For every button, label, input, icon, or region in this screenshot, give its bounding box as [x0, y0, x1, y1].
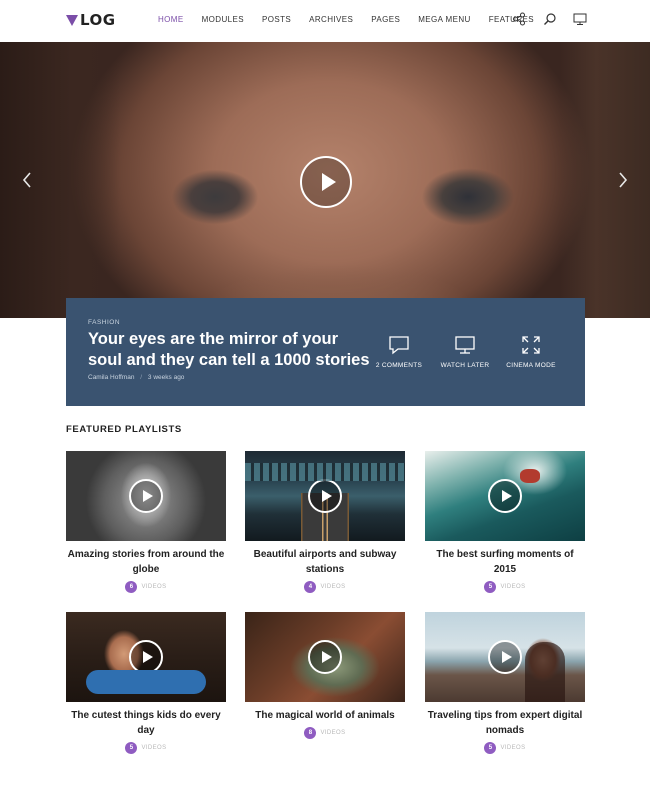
play-icon[interactable]	[488, 479, 522, 513]
play-icon[interactable]	[488, 640, 522, 674]
playlist-card[interactable]: Amazing stories from around the globe 6 …	[66, 451, 226, 593]
playlist-meta: 5 VIDEOS	[425, 581, 585, 593]
playlist-meta: 4 VIDEOS	[245, 581, 405, 593]
expand-icon	[522, 336, 540, 354]
comments-button[interactable]: 2 COMMENTS	[369, 335, 429, 369]
playlist-thumbnail[interactable]	[425, 451, 585, 541]
comments-label: 2 COMMENTS	[375, 362, 423, 369]
cinema-mode-button[interactable]: CINEMA MODE	[501, 335, 561, 369]
chevron-right-icon[interactable]	[615, 170, 631, 190]
nav-archives[interactable]: ARCHIVES	[309, 15, 353, 24]
videos-label: VIDEOS	[141, 745, 167, 751]
videos-label: VIDEOS	[320, 584, 346, 590]
play-icon[interactable]	[308, 640, 342, 674]
playlist-thumbnail[interactable]	[245, 612, 405, 702]
playlist-thumbnail[interactable]	[245, 451, 405, 541]
play-icon[interactable]	[129, 640, 163, 674]
playlist-meta: 5 VIDEOS	[425, 742, 585, 754]
site-header: LOG HOME MODULES POSTS ARCHIVES PAGES ME…	[0, 0, 650, 42]
playlist-title[interactable]: The cutest things kids do every day	[66, 708, 226, 738]
post-author[interactable]: Camila Hoffman	[88, 374, 134, 381]
playlist-meta: 6 VIDEOS	[66, 581, 226, 593]
video-count-badge: 5	[125, 742, 138, 754]
nav-mega-menu[interactable]: MEGA MENU	[418, 15, 471, 24]
cinema-mode-label: CINEMA MODE	[506, 362, 556, 369]
logo-triangle-icon	[66, 15, 78, 26]
playlist-card[interactable]: The cutest things kids do every day 5 VI…	[66, 612, 226, 754]
nav-modules[interactable]: MODULES	[202, 15, 244, 24]
monitor-icon	[455, 336, 475, 354]
playlist-title[interactable]: Amazing stories from around the globe	[66, 547, 226, 577]
logo-text: LOG	[80, 11, 116, 29]
video-count-badge: 5	[484, 742, 497, 754]
video-count-badge: 6	[125, 581, 138, 593]
playlist-thumbnail[interactable]	[66, 451, 226, 541]
video-count-badge: 8	[304, 727, 317, 739]
watch-later-button[interactable]: WATCH LATER	[435, 335, 495, 369]
watch-later-label: WATCH LATER	[440, 362, 490, 369]
post-time: 3 weeks ago	[147, 374, 185, 381]
hero-video[interactable]	[0, 42, 650, 318]
play-icon[interactable]	[308, 479, 342, 513]
videos-label: VIDEOS	[500, 584, 526, 590]
video-count-badge: 4	[304, 581, 317, 593]
play-icon[interactable]	[300, 156, 352, 208]
post-title[interactable]: Your eyes are the mirror of your soul an…	[88, 329, 373, 371]
playlist-thumbnail[interactable]	[425, 612, 585, 702]
video-count-badge: 5	[484, 581, 497, 593]
playlist-title[interactable]: The best surfing moments of 2015	[425, 547, 585, 577]
playlist-meta: 8 VIDEOS	[245, 727, 405, 739]
playlist-card[interactable]: The magical world of animals 8 VIDEOS	[245, 612, 405, 739]
main-nav: HOME MODULES POSTS ARCHIVES PAGES MEGA M…	[158, 15, 552, 24]
videos-label: VIDEOS	[320, 730, 346, 736]
meta-separator: /	[140, 374, 143, 381]
playlist-meta: 5 VIDEOS	[66, 742, 226, 754]
playlist-title[interactable]: Beautiful airports and subway stations	[245, 547, 405, 577]
share-icon[interactable]	[512, 12, 526, 26]
post-category[interactable]: FASHION	[88, 319, 120, 326]
playlist-card[interactable]: The best surfing moments of 2015 5 VIDEO…	[425, 451, 585, 593]
search-icon[interactable]	[543, 12, 557, 26]
featured-post-box: FASHION Your eyes are the mirror of your…	[66, 298, 585, 406]
monitor-icon[interactable]	[573, 12, 587, 26]
nav-posts[interactable]: POSTS	[262, 15, 291, 24]
chevron-left-icon[interactable]	[19, 170, 35, 190]
site-logo[interactable]: LOG	[66, 11, 116, 29]
hero-hair-right	[560, 42, 650, 318]
featured-playlists-heading: FEATURED PLAYLISTS	[66, 424, 182, 435]
playlist-title[interactable]: The magical world of animals	[245, 708, 405, 723]
videos-label: VIDEOS	[500, 745, 526, 751]
nav-home[interactable]: HOME	[158, 15, 184, 24]
playlist-thumbnail[interactable]	[66, 612, 226, 702]
post-meta: Camila Hoffman / 3 weeks ago	[88, 374, 184, 381]
nav-pages[interactable]: PAGES	[371, 15, 400, 24]
playlist-card[interactable]: Traveling tips from expert digital nomad…	[425, 612, 585, 754]
playlist-card[interactable]: Beautiful airports and subway stations 4…	[245, 451, 405, 593]
videos-label: VIDEOS	[141, 584, 167, 590]
hero-hair-left	[0, 42, 120, 318]
comment-icon	[389, 336, 409, 355]
play-icon[interactable]	[129, 479, 163, 513]
playlist-title[interactable]: Traveling tips from expert digital nomad…	[425, 708, 585, 738]
